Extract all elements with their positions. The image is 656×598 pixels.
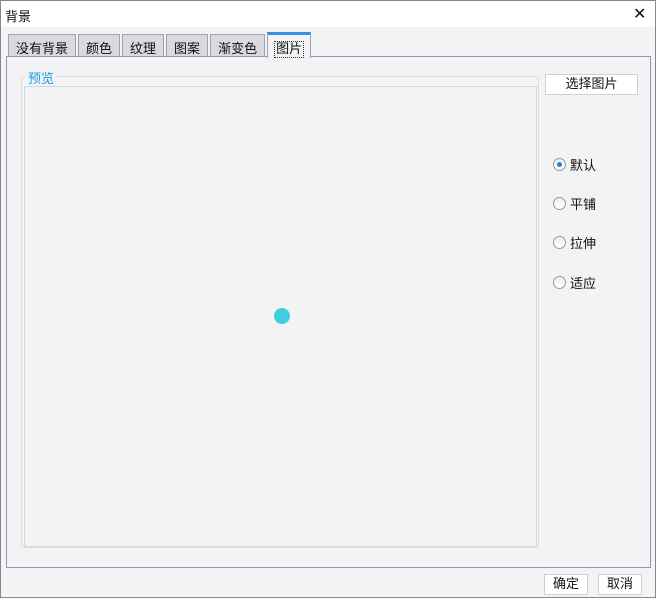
preview-image-dot bbox=[274, 308, 290, 324]
tab-bar: 没有背景 颜色 纹理 图案 渐变色 图片 bbox=[8, 32, 312, 58]
tab-panel: 预览 bbox=[6, 56, 651, 568]
tab-label: 没有背景 bbox=[16, 42, 69, 57]
radio-default[interactable]: 默认 bbox=[553, 155, 596, 174]
tab-color[interactable]: 颜色 bbox=[78, 34, 121, 58]
tab-label: 图案 bbox=[174, 42, 201, 57]
radio-label: 默认 bbox=[570, 159, 597, 174]
tab-pattern[interactable]: 图案 bbox=[166, 34, 209, 58]
radio-icon bbox=[553, 236, 566, 249]
cancel-button[interactable]: 取消 bbox=[598, 574, 642, 595]
radio-label: 适应 bbox=[570, 277, 597, 292]
radio-icon bbox=[553, 197, 566, 210]
tab-label: 颜色 bbox=[86, 42, 113, 57]
preview-group: 预览 bbox=[21, 68, 539, 548]
close-icon[interactable]: ✕ bbox=[633, 4, 646, 23]
ok-button[interactable]: 确定 bbox=[544, 574, 588, 595]
radio-fit[interactable]: 适应 bbox=[553, 273, 596, 292]
radio-label: 拉伸 bbox=[570, 237, 597, 252]
preview-area bbox=[24, 86, 537, 547]
tab-label: 图片 bbox=[274, 41, 305, 58]
title-bar: 背景 ✕ bbox=[1, 1, 655, 27]
select-image-button[interactable]: 选择图片 bbox=[545, 74, 638, 95]
radio-icon bbox=[553, 158, 566, 171]
tab-gradient[interactable]: 渐变色 bbox=[210, 34, 266, 58]
tab-label: 纹理 bbox=[130, 42, 157, 57]
radio-tile[interactable]: 平铺 bbox=[553, 194, 596, 213]
radio-label: 平铺 bbox=[570, 198, 597, 213]
window-title: 背景 bbox=[5, 10, 32, 25]
radio-icon bbox=[553, 276, 566, 289]
tab-image[interactable]: 图片 bbox=[267, 32, 312, 58]
tab-no-background[interactable]: 没有背景 bbox=[8, 34, 77, 58]
tab-texture[interactable]: 纹理 bbox=[122, 34, 165, 58]
tab-label: 渐变色 bbox=[218, 42, 258, 57]
radio-stretch[interactable]: 拉伸 bbox=[553, 233, 596, 252]
preview-legend: 预览 bbox=[26, 68, 57, 87]
